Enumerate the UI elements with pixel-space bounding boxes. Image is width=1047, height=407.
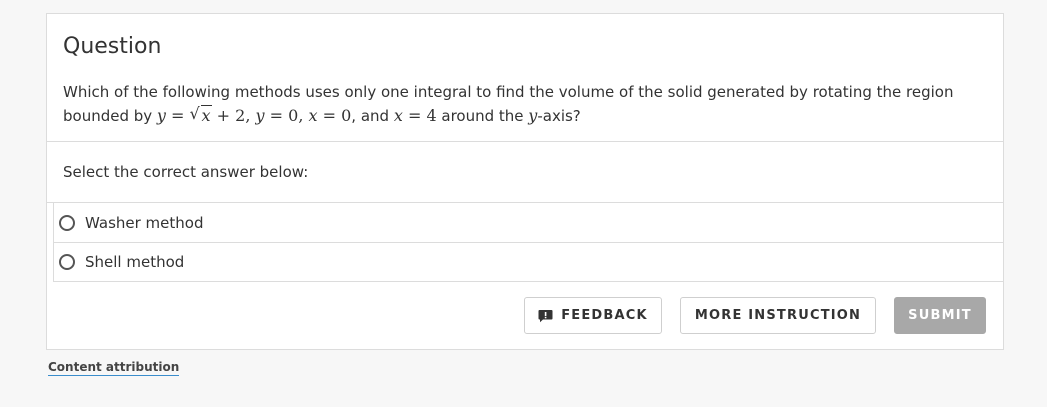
sqrt-symbol: √ x <box>189 104 212 125</box>
option-label: Shell method <box>85 253 185 271</box>
question-text: Which of the following methods uses only… <box>63 80 987 128</box>
more-instruction-label: MORE INSTRUCTION <box>694 308 862 323</box>
radio-unselected-icon[interactable] <box>59 254 75 270</box>
answer-prompt: Select the correct answer below: <box>47 142 1003 203</box>
option-label: Washer method <box>85 213 204 232</box>
radio-unselected-icon[interactable] <box>59 214 75 231</box>
answer-prompt-text: Select the correct answer below: <box>63 163 309 181</box>
feedback-button-label: FEEDBACK <box>561 308 648 323</box>
option-shell-method[interactable]: Shell method <box>53 243 1004 282</box>
option-washer-method[interactable]: Washer method <box>53 203 1004 243</box>
feedback-button[interactable]: FEEDBACK <box>524 297 662 334</box>
feedback-icon <box>538 309 553 322</box>
content-attribution-link[interactable]: Content attribution <box>48 360 180 376</box>
action-buttons: FEEDBACK MORE INSTRUCTION SUBMIT <box>524 297 986 334</box>
math-expression: y = √ x + 2, y = 0, x = 0 <box>157 104 351 125</box>
answer-options: Washer method Shell method <box>53 203 1004 282</box>
submit-button[interactable]: SUBMIT <box>894 297 986 334</box>
more-instruction-button[interactable]: MORE INSTRUCTION <box>680 297 876 334</box>
submit-label: SUBMIT <box>908 308 972 323</box>
question-header: Question Which of the following methods … <box>47 14 1003 142</box>
question-card: Question Which of the following methods … <box>46 13 1004 350</box>
radical-sign-icon: √ <box>189 104 200 123</box>
question-title: Question <box>63 34 162 59</box>
